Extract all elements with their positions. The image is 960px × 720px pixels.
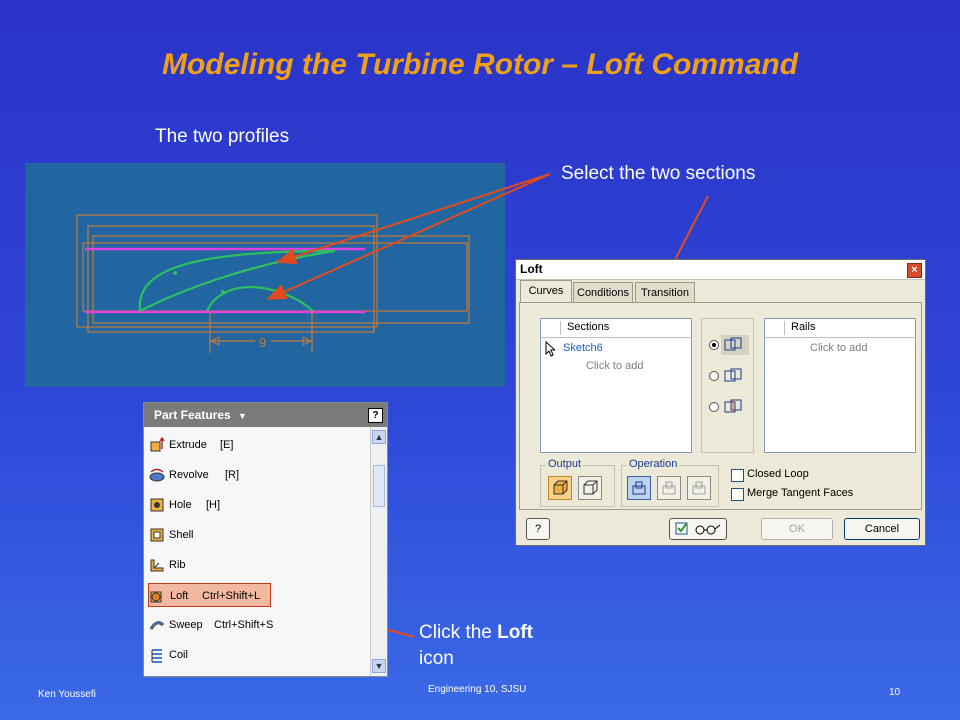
- closed-loop-checkbox[interactable]: [731, 469, 744, 482]
- cancel-button[interactable]: Cancel: [844, 518, 920, 540]
- page-number: 10: [889, 687, 901, 698]
- feature-shortcut: [E]: [220, 439, 234, 451]
- feature-rib[interactable]: Rib: [148, 553, 366, 577]
- rails-list[interactable]: Rails Click to add: [764, 318, 916, 453]
- cursor-icon: [545, 341, 555, 357]
- feature-label: Sweep: [169, 619, 203, 631]
- output-label: Output: [546, 458, 584, 470]
- rails-placeholder[interactable]: Click to add: [810, 342, 867, 354]
- feature-shortcut: Ctrl+Shift+L: [202, 590, 261, 602]
- revolve-icon: [149, 468, 165, 482]
- output-surface-button[interactable]: [578, 476, 602, 500]
- dropdown-arrow-icon[interactable]: ▼: [238, 411, 247, 421]
- loft-icon: [150, 591, 162, 603]
- preview-button[interactable]: [669, 518, 727, 540]
- surface-icon: [583, 480, 598, 495]
- operation-label: Operation: [627, 458, 680, 470]
- sweep-icon: [149, 621, 165, 630]
- feature-revolve[interactable]: Revolve [R]: [148, 463, 366, 487]
- footer-author: Ken Youssefi: [38, 689, 96, 700]
- coil-icon: [151, 649, 162, 663]
- scroll-down-icon[interactable]: ▼: [372, 659, 386, 673]
- radio-center-line[interactable]: [707, 365, 751, 390]
- preview-icon: [675, 522, 721, 535]
- intersect-icon: [692, 481, 706, 495]
- hole-icon: [150, 498, 164, 512]
- feature-loft[interactable]: Loft Ctrl+Shift+L: [148, 583, 271, 607]
- feature-hole[interactable]: Hole [H]: [148, 493, 366, 517]
- feature-shortcut: Ctrl+Shift+S: [214, 619, 274, 631]
- radio-area-loft[interactable]: [707, 396, 751, 421]
- feature-shortcut: [R]: [225, 469, 240, 481]
- scroll-up-icon[interactable]: ▲: [372, 430, 386, 444]
- loft-dialog-titlebar[interactable]: Loft ×: [516, 260, 925, 280]
- feature-label: Rib: [169, 559, 186, 571]
- feature-label: Extrude: [169, 439, 207, 451]
- output-group: Output: [540, 458, 615, 507]
- output-solid-button[interactable]: [548, 476, 572, 500]
- sections-placeholder[interactable]: Click to add: [586, 360, 643, 372]
- feature-sweep[interactable]: Sweep Ctrl+Shift+S: [148, 613, 366, 637]
- tab-curves[interactable]: Curves: [520, 280, 572, 302]
- arrow-to-lower-profile: [266, 173, 551, 300]
- loft-area-icon: [709, 399, 742, 413]
- curves-tab-panel: Sections Sketch6 Click to add Rails Clic…: [519, 302, 922, 510]
- tab-conditions[interactable]: Conditions: [573, 282, 633, 302]
- help-icon[interactable]: ?: [368, 408, 383, 423]
- dialog-help-button[interactable]: ?: [526, 518, 550, 540]
- operation-group: Operation: [621, 458, 719, 507]
- close-icon[interactable]: ×: [907, 263, 922, 278]
- feature-coil[interactable]: Coil: [148, 643, 366, 667]
- operation-intersect-button[interactable]: [687, 476, 711, 500]
- loft-dialog-title: Loft: [520, 262, 543, 276]
- feature-label: Coil: [169, 649, 188, 661]
- sections-header: Sections: [567, 321, 610, 333]
- tab-transition[interactable]: Transition: [635, 282, 695, 302]
- feature-label: Hole: [169, 499, 192, 511]
- part-features-panel: Part Features ▼ ? Extrude [E] Revolve [R…: [143, 402, 388, 677]
- feature-extrude[interactable]: Extrude [E]: [148, 433, 366, 457]
- part-features-header[interactable]: Part Features ▼ ?: [144, 403, 387, 427]
- footer-course: Engineering 10, SJSU: [428, 684, 527, 695]
- rib-icon: [150, 559, 164, 572]
- loft-dialog: Loft × Curves Conditions Transition Sect…: [515, 259, 926, 546]
- merge-tangent-option[interactable]: Merge Tangent Faces: [731, 487, 881, 501]
- feature-shell[interactable]: Shell: [148, 523, 366, 547]
- feature-label: Loft: [170, 590, 189, 602]
- scroll-thumb[interactable]: [373, 465, 385, 507]
- operation-cut-button[interactable]: [657, 476, 681, 500]
- feature-shortcut: [H]: [206, 499, 221, 511]
- shell-icon: [150, 528, 164, 542]
- extrude-icon: [150, 437, 165, 452]
- closed-loop-option[interactable]: Closed Loop: [731, 468, 881, 482]
- feature-label: Revolve: [169, 469, 209, 481]
- arrow-to-upper-profile: [276, 173, 551, 265]
- part-features-title: Part Features: [154, 408, 231, 422]
- closed-loop-label: Closed Loop: [747, 468, 809, 480]
- loft-centerline-icon: [709, 368, 742, 382]
- sections-list[interactable]: Sections Sketch6 Click to add: [540, 318, 692, 453]
- ok-button[interactable]: OK: [761, 518, 833, 540]
- radio-rails[interactable]: [707, 334, 751, 359]
- merge-tangent-checkbox[interactable]: [731, 488, 744, 501]
- rails-header: Rails: [791, 321, 816, 333]
- merge-tangent-label: Merge Tangent Faces: [747, 487, 854, 499]
- section-item-sketch6[interactable]: Sketch6: [563, 342, 603, 354]
- operation-join-button[interactable]: [627, 476, 651, 500]
- cut-icon: [662, 481, 676, 495]
- solid-icon: [553, 480, 568, 495]
- join-icon: [632, 481, 646, 495]
- loft-rails-icon: [709, 335, 749, 355]
- feature-label: Shell: [169, 529, 194, 541]
- part-features-scrollbar[interactable]: ▲ ▼: [370, 427, 387, 676]
- loft-type-group: [701, 318, 754, 453]
